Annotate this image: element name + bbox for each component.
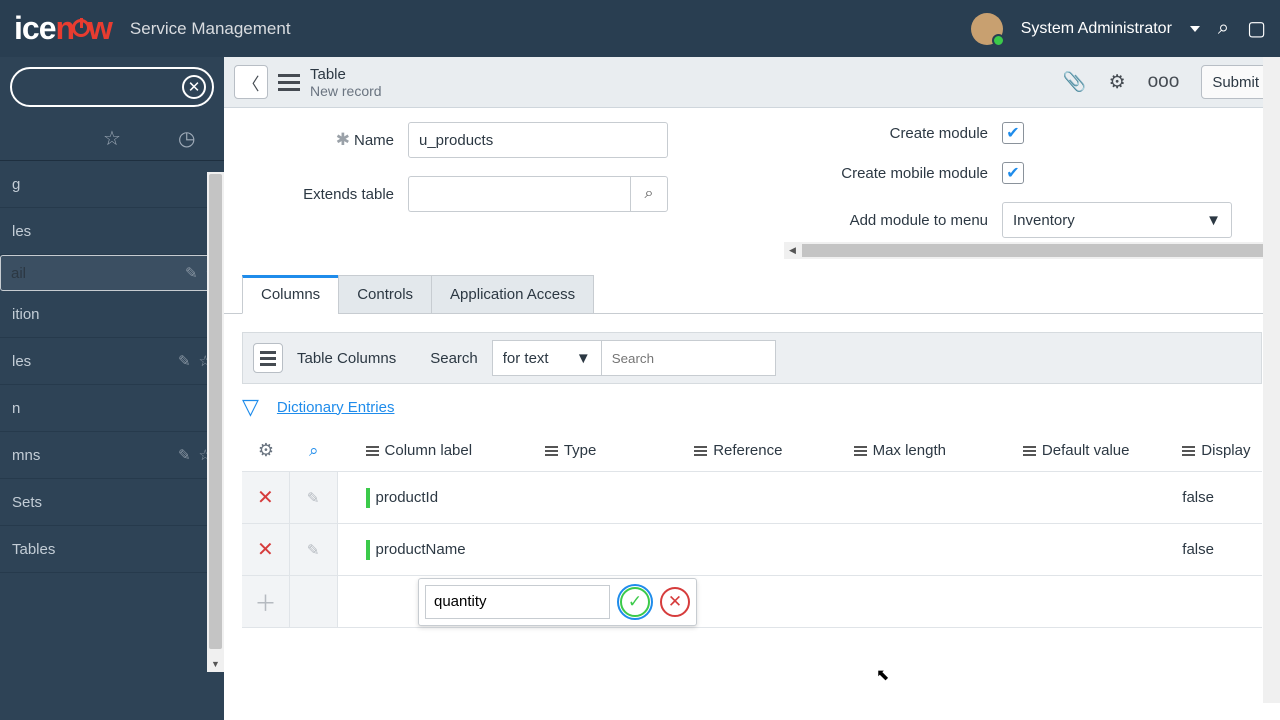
extends-label: Extends table [254, 186, 394, 203]
nav-item[interactable]: les✎☆ [0, 338, 224, 385]
col-label[interactable]: Column label [385, 442, 473, 459]
context-menu-icon[interactable] [278, 74, 300, 91]
inline-editor: ✓ ✕ [418, 578, 697, 626]
delete-icon[interactable]: ✕ [242, 472, 290, 523]
tab-columns[interactable]: Columns [242, 275, 339, 314]
attachment-icon[interactable]: 📎 [1063, 70, 1087, 94]
create-mobile-label: Create mobile module [788, 165, 988, 182]
chevron-down-icon: ▼ [576, 350, 591, 367]
sidebar: ✕ ☆ ◷ g les ail✎☆ ition les✎☆ n mns✎☆ Se… [0, 57, 224, 720]
form: ✱Name Extends table ⌕ Create module ✔ Cr… [224, 108, 1280, 242]
table-row[interactable]: ✕ ✎ productName false [242, 524, 1262, 576]
search-mode-select[interactable]: for text▼ [492, 340, 602, 376]
col-max[interactable]: Max length [873, 442, 946, 459]
cancel-button[interactable]: ✕ [660, 587, 690, 617]
record-sub: New record [310, 83, 382, 99]
filter-icon[interactable]: ▽ [242, 394, 259, 420]
nav-item[interactable]: ition [0, 291, 224, 338]
menu-select[interactable]: Inventory▼ [1002, 202, 1232, 238]
nav-item[interactable]: Sets [0, 479, 224, 526]
user-name[interactable]: System Administrator [1021, 20, 1172, 38]
chevron-down-icon: ▼ [1206, 212, 1221, 229]
record-header: 〈 Table New record 📎 ⚙ ooo Submit [224, 57, 1280, 108]
col-def[interactable]: Default value [1042, 442, 1130, 459]
edit-icon[interactable]: ✎ [178, 446, 191, 464]
name-label: Name [354, 132, 394, 149]
delete-icon[interactable]: ✕ [242, 524, 290, 575]
table-row-new: ＋ ✓ ✕ [242, 576, 1262, 628]
create-module-label: Create module [788, 125, 988, 142]
gear-icon[interactable]: ⚙ [242, 440, 290, 461]
required-icon: ✱ [336, 130, 350, 149]
table-row[interactable]: ✕ ✎ productId false [242, 472, 1262, 524]
search-label: Search [430, 350, 478, 367]
logo: icenw [14, 10, 112, 47]
col-ref[interactable]: Reference [713, 442, 782, 459]
clear-icon[interactable]: ✕ [182, 75, 206, 99]
grid: ⚙ ⌕ Column label Type Reference Max leng… [242, 430, 1262, 628]
new-column-input[interactable] [425, 585, 610, 619]
tabs: Columns Controls Application Access [242, 275, 1280, 314]
nav-filter[interactable]: ✕ [10, 67, 214, 107]
edit-icon[interactable]: ✎ [185, 264, 198, 282]
h-scrollbar[interactable]: ◀ [784, 242, 1280, 259]
tab-appaccess[interactable]: Application Access [431, 275, 594, 314]
search-input[interactable] [601, 340, 776, 376]
nav-item[interactable]: mns✎☆ [0, 432, 224, 479]
menu-label: Add module to menu [788, 212, 988, 229]
col-type[interactable]: Type [564, 442, 597, 459]
main: 〈 Table New record 📎 ⚙ ooo Submit ✱Name … [224, 57, 1280, 720]
cursor-icon: ⬉ [876, 665, 889, 685]
record-type: Table [310, 66, 382, 83]
create-mobile-checkbox[interactable]: ✔ [1002, 162, 1024, 184]
avatar[interactable] [971, 13, 1003, 45]
nav-tab-all[interactable] [0, 117, 75, 160]
nav-item[interactable]: les [0, 208, 224, 255]
col-dis[interactable]: Display [1201, 442, 1250, 459]
back-button[interactable]: 〈 [234, 65, 268, 99]
create-module-checkbox[interactable]: ✔ [1002, 122, 1024, 144]
nav-tab-fav[interactable]: ☆ [75, 117, 150, 160]
extends-field[interactable] [408, 176, 630, 212]
dictionary-link[interactable]: Dictionary Entries [277, 399, 395, 416]
chevron-down-icon[interactable] [1190, 26, 1200, 32]
edit-icon[interactable]: ✎ [290, 524, 338, 575]
list-menu-icon[interactable] [253, 343, 283, 373]
nav-item[interactable]: Tables [0, 526, 224, 573]
nav-item[interactable]: n [0, 385, 224, 432]
sidebar-scrollbar[interactable]: ▲ ▼ [207, 172, 224, 672]
table-toolbar: Table Columns Search for text▼ [242, 332, 1262, 384]
submit-button[interactable]: Submit [1201, 65, 1270, 99]
tab-controls[interactable]: Controls [338, 275, 432, 314]
edit-icon[interactable]: ✎ [178, 352, 191, 370]
v-scrollbar[interactable] [1263, 57, 1280, 703]
edit-icon[interactable]: ✎ [290, 472, 338, 523]
settings-icon[interactable]: ⚙ [1109, 71, 1126, 94]
table-title: Table Columns [297, 350, 396, 367]
top-bar: icenw Service Management System Administ… [0, 0, 1280, 57]
add-row-icon[interactable]: ＋ [242, 576, 290, 627]
nav-item[interactable]: ail✎☆ [0, 255, 224, 291]
scroll-down-icon[interactable]: ▼ [207, 655, 224, 672]
nav-tab-history[interactable]: ◷ [149, 117, 224, 160]
col-search-icon[interactable]: ⌕ [290, 441, 338, 461]
sort-icon[interactable] [366, 446, 379, 456]
name-field[interactable] [408, 122, 668, 158]
chat-icon[interactable]: ▢ [1247, 16, 1266, 41]
brand-text: Service Management [130, 19, 291, 39]
more-icon[interactable]: ooo [1148, 71, 1180, 93]
nav-item[interactable]: g [0, 161, 224, 208]
search-icon[interactable]: ⌕ [1218, 17, 1229, 40]
lookup-icon[interactable]: ⌕ [630, 176, 668, 212]
confirm-button[interactable]: ✓ [620, 587, 650, 617]
